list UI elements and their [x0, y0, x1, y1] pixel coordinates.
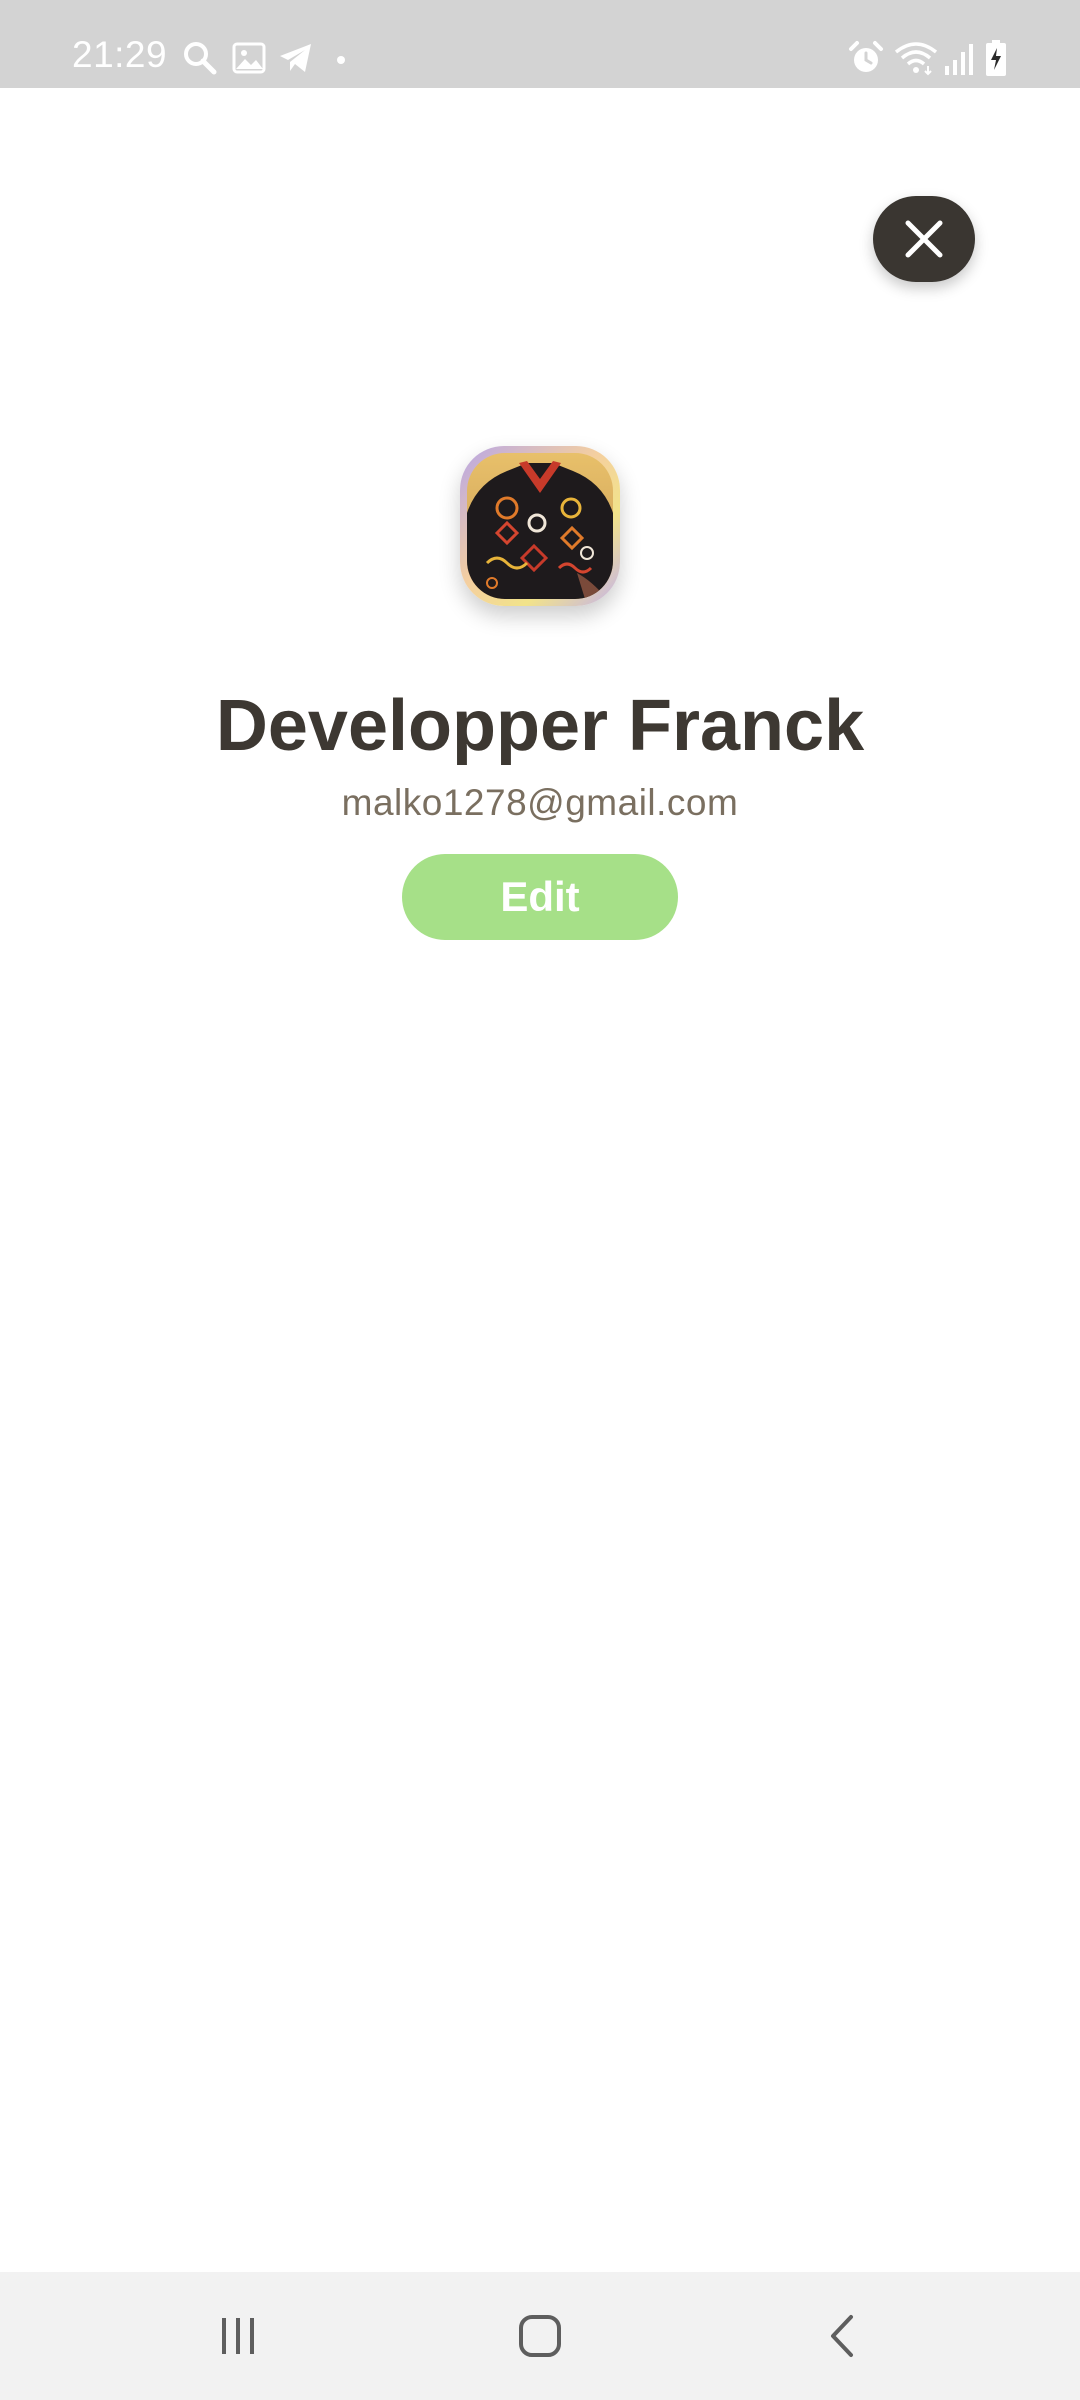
profile-avatar[interactable] [460, 446, 620, 606]
close-icon [904, 219, 944, 259]
status-bar: 21:29 [0, 0, 1080, 88]
telegram-icon [278, 42, 314, 74]
home-button[interactable] [460, 2272, 620, 2400]
dot-icon [336, 55, 346, 65]
battery-charging-icon [986, 40, 1006, 76]
back-icon [827, 2314, 857, 2358]
signal-icon [944, 42, 974, 76]
navigation-bar [0, 2272, 1080, 2400]
profile-name: Developper Franck [215, 686, 865, 766]
avatar-photo [467, 453, 613, 599]
recent-apps-button[interactable] [158, 2272, 318, 2400]
home-icon [518, 2314, 562, 2358]
wifi-icon [894, 40, 938, 76]
alarm-icon [848, 40, 884, 76]
search-icon [182, 40, 218, 76]
image-icon [232, 42, 266, 74]
back-button[interactable] [762, 2272, 922, 2400]
close-button[interactable] [873, 196, 975, 282]
profile-email: malko1278@gmail.com [341, 782, 739, 823]
status-time: 21:29 [72, 34, 168, 75]
recent-apps-icon [218, 2316, 258, 2356]
edit-profile-button[interactable]: Edit [402, 854, 678, 940]
